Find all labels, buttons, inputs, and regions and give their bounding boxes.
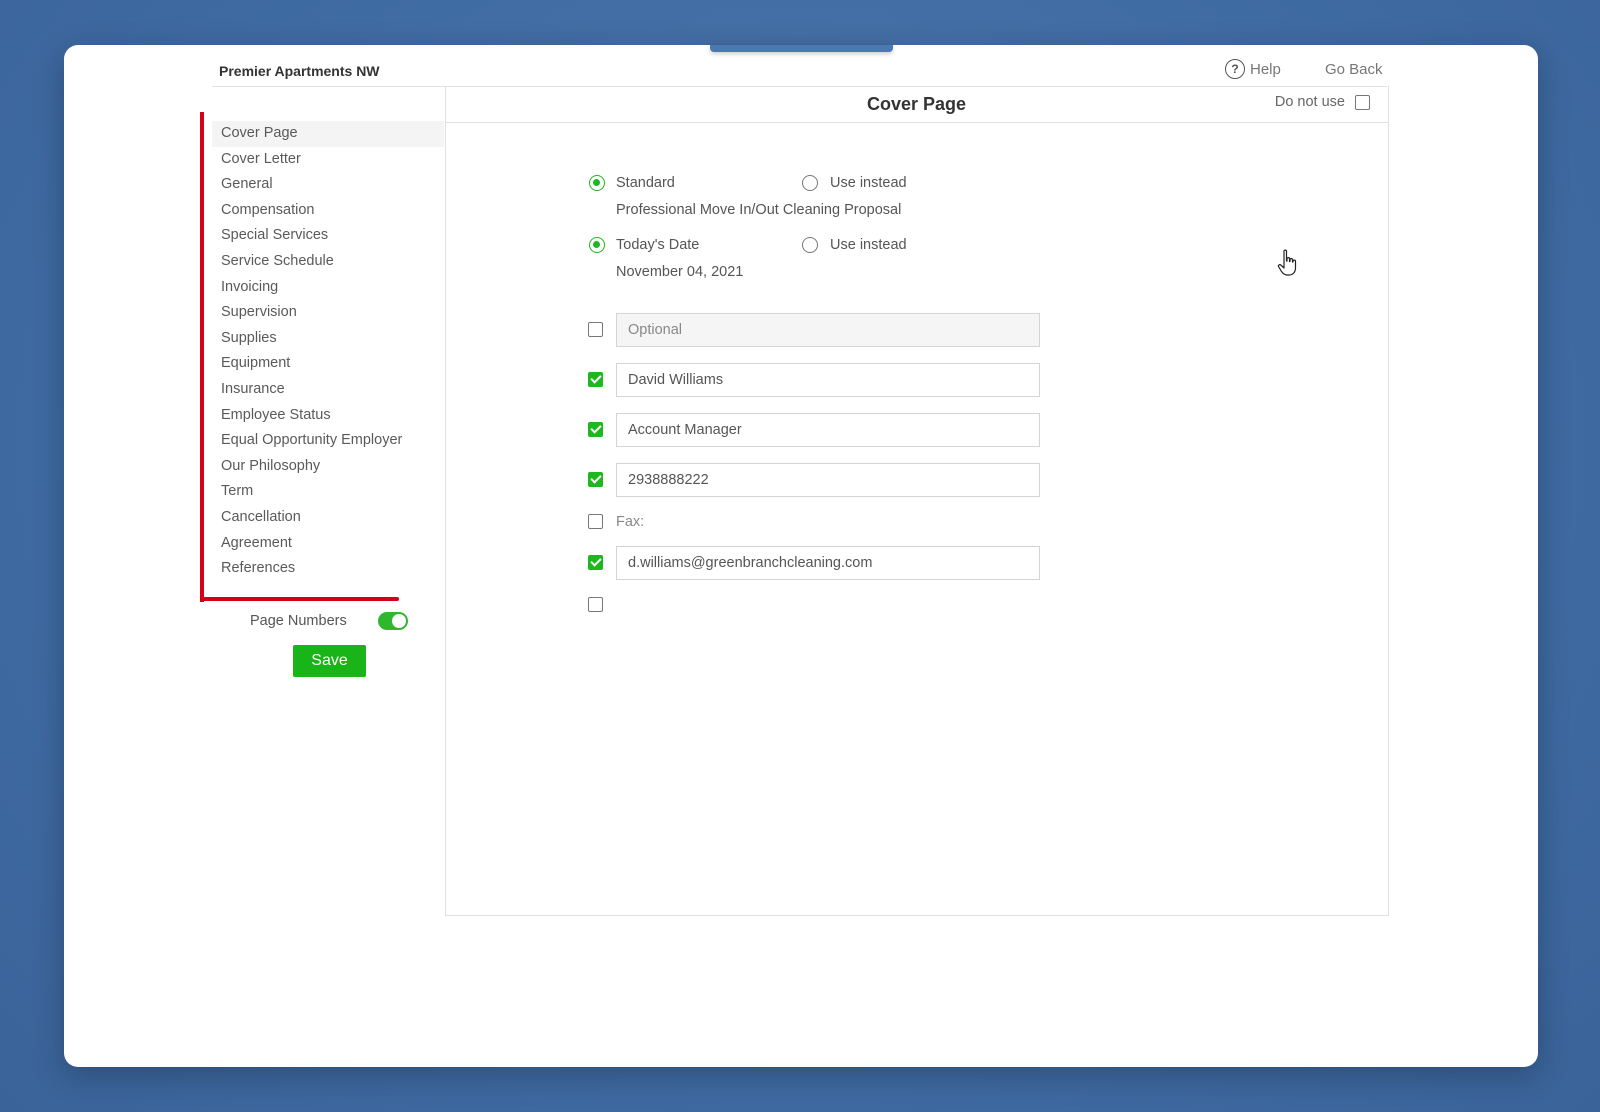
help-icon: ?: [1225, 59, 1245, 79]
sidebar-item-general[interactable]: General: [212, 172, 444, 198]
sidebar-item-supplies[interactable]: Supplies: [212, 326, 444, 352]
go-back-link[interactable]: Go Back: [1325, 61, 1383, 78]
sidebar-item-special-services[interactable]: Special Services: [212, 223, 444, 249]
date-use-instead-label: Use instead: [830, 237, 907, 253]
job-title-checkbox[interactable]: [588, 422, 603, 437]
email-input[interactable]: [616, 546, 1040, 580]
todays-date-label: Today's Date: [616, 237, 700, 253]
title-use-instead-label: Use instead: [830, 175, 907, 191]
help-label: Help: [1250, 60, 1281, 78]
todays-date-radio[interactable]: [589, 237, 605, 253]
sidebar-red-marker-bottom: [200, 597, 399, 601]
sidebar-item-agreement[interactable]: Agreement: [212, 531, 444, 557]
job-title-input[interactable]: [616, 413, 1040, 447]
sidebar-item-invoicing[interactable]: Invoicing: [212, 275, 444, 301]
do-not-use-option: Do not use: [1275, 94, 1370, 110]
title-use-instead-radio[interactable]: [802, 175, 818, 191]
sidebar-item-insurance[interactable]: Insurance: [212, 377, 444, 403]
brand-title: Premier Apartments NW: [219, 63, 380, 79]
help-link[interactable]: ? Help: [1225, 59, 1281, 79]
date-use-instead-radio[interactable]: [802, 237, 818, 253]
hand-cursor-icon: [1277, 249, 1297, 276]
cover-page-panel: [445, 86, 1389, 916]
standard-radio[interactable]: [589, 175, 605, 191]
sidebar-item-term[interactable]: Term: [212, 479, 444, 505]
sidebar-item-our-philosophy[interactable]: Our Philosophy: [212, 454, 444, 480]
sidebar-nav: Cover Page Cover Letter General Compensatio…: [212, 121, 444, 582]
sidebar-item-service-schedule[interactable]: Service Schedule: [212, 249, 444, 275]
toggle-knob: [392, 614, 406, 628]
name-checkbox[interactable]: [588, 372, 603, 387]
sidebar-item-compensation[interactable]: Compensation: [212, 198, 444, 224]
sidebar-item-references[interactable]: References: [212, 556, 444, 582]
standard-label: Standard: [616, 175, 675, 191]
standard-title-text: Professional Move In/Out Cleaning Propos…: [616, 202, 902, 218]
panel-title: Cover Page: [866, 94, 967, 114]
page-numbers-toggle[interactable]: [378, 612, 408, 630]
extra-line-checkbox[interactable]: [588, 597, 603, 612]
sidebar-item-cover-letter[interactable]: Cover Letter: [212, 147, 444, 173]
page-numbers-label: Page Numbers: [250, 613, 347, 629]
email-checkbox[interactable]: [588, 555, 603, 570]
do-not-use-label: Do not use: [1274, 94, 1345, 110]
name-input[interactable]: [616, 363, 1040, 397]
do-not-use-checkbox[interactable]: [1355, 94, 1370, 110]
sidebar-item-equipment[interactable]: Equipment: [212, 351, 444, 377]
sidebar-item-cancellation[interactable]: Cancellation: [212, 505, 444, 531]
top-drag-tab[interactable]: [710, 45, 893, 52]
date-value-text: November 04, 2021: [616, 264, 744, 280]
sidebar-item-supervision[interactable]: Supervision: [212, 300, 444, 326]
optional-line-checkbox[interactable]: [588, 322, 603, 337]
sidebar-item-equal-opportunity-employer[interactable]: Equal Opportunity Employer: [212, 428, 444, 454]
sidebar-item-employee-status[interactable]: Employee Status: [212, 403, 444, 429]
phone-checkbox[interactable]: [588, 472, 603, 487]
fax-label: Fax:: [616, 514, 645, 530]
panel-header: Cover Page Do not use: [445, 86, 1388, 123]
sidebar-item-cover-page[interactable]: Cover Page: [212, 121, 444, 147]
optional-line-input[interactable]: [616, 313, 1040, 347]
sidebar-red-marker: [200, 112, 204, 602]
save-button[interactable]: Save: [293, 645, 366, 677]
fax-checkbox[interactable]: [588, 514, 603, 529]
phone-input[interactable]: [616, 463, 1040, 497]
